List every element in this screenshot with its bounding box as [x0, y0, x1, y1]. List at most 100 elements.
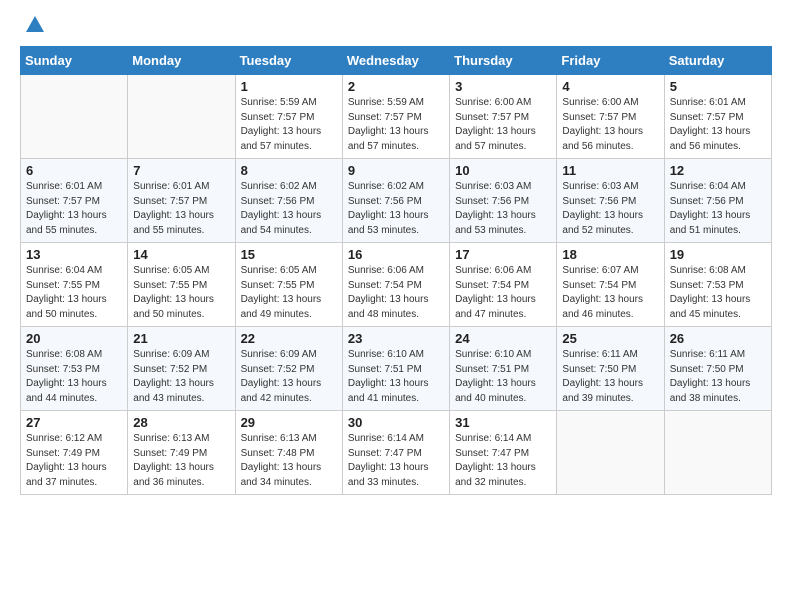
day-info: Sunrise: 6:01 AM Sunset: 7:57 PM Dayligh… — [670, 96, 766, 154]
day-cell: 17 Sunrise: 6:06 AM Sunset: 7:54 PM Dayli… — [450, 243, 557, 327]
day-cell: 10 Sunrise: 6:03 AM Sunset: 7:56 PM Dayli… — [450, 159, 557, 243]
day-cell: 21 Sunrise: 6:09 AM Sunset: 7:52 PM Dayli… — [128, 327, 235, 411]
day-number: 3 — [455, 79, 551, 94]
day-cell — [664, 411, 771, 495]
day-cell: 1 Sunrise: 5:59 AM Sunset: 7:57 PM Daylig… — [235, 75, 342, 159]
day-number: 9 — [348, 163, 444, 178]
day-cell: 15 Sunrise: 6:05 AM Sunset: 7:55 PM Dayli… — [235, 243, 342, 327]
day-info: Sunrise: 6:12 AM Sunset: 7:49 PM Dayligh… — [26, 432, 122, 490]
day-info: Sunrise: 6:02 AM Sunset: 7:56 PM Dayligh… — [348, 180, 444, 238]
day-number: 2 — [348, 79, 444, 94]
day-cell: 9 Sunrise: 6:02 AM Sunset: 7:56 PM Daylig… — [342, 159, 449, 243]
day-number: 12 — [670, 163, 766, 178]
weekday-header-row: SundayMondayTuesdayWednesdayThursdayFrid… — [21, 47, 772, 75]
day-number: 21 — [133, 331, 229, 346]
day-number: 16 — [348, 247, 444, 262]
day-number: 25 — [562, 331, 658, 346]
weekday-header-tuesday: Tuesday — [235, 47, 342, 75]
calendar-table: SundayMondayTuesdayWednesdayThursdayFrid… — [20, 46, 772, 495]
day-info: Sunrise: 6:03 AM Sunset: 7:56 PM Dayligh… — [562, 180, 658, 238]
day-number: 20 — [26, 331, 122, 346]
day-info: Sunrise: 6:00 AM Sunset: 7:57 PM Dayligh… — [562, 96, 658, 154]
weekday-header-wednesday: Wednesday — [342, 47, 449, 75]
day-number: 17 — [455, 247, 551, 262]
day-number: 10 — [455, 163, 551, 178]
day-number: 4 — [562, 79, 658, 94]
day-cell: 14 Sunrise: 6:05 AM Sunset: 7:55 PM Dayli… — [128, 243, 235, 327]
day-cell: 6 Sunrise: 6:01 AM Sunset: 7:57 PM Daylig… — [21, 159, 128, 243]
day-info: Sunrise: 6:01 AM Sunset: 7:57 PM Dayligh… — [133, 180, 229, 238]
day-cell: 8Sunrise: 6:02 AM Sunset: 7:56 PM Daylig… — [235, 159, 342, 243]
day-cell: 13 Sunrise: 6:04 AM Sunset: 7:55 PM Dayli… — [21, 243, 128, 327]
day-number: 23 — [348, 331, 444, 346]
day-number: 22 — [241, 331, 337, 346]
day-cell: 18 Sunrise: 6:07 AM Sunset: 7:54 PM Dayli… — [557, 243, 664, 327]
day-cell: 30Sunrise: 6:14 AM Sunset: 7:47 PM Dayli… — [342, 411, 449, 495]
day-info: Sunrise: 6:11 AM Sunset: 7:50 PM Dayligh… — [670, 348, 766, 406]
day-info: Sunrise: 6:10 AM Sunset: 7:51 PM Dayligh… — [348, 348, 444, 406]
day-info: Sunrise: 6:00 AM Sunset: 7:57 PM Dayligh… — [455, 96, 551, 154]
day-cell — [128, 75, 235, 159]
day-cell: 26Sunrise: 6:11 AM Sunset: 7:50 PM Dayli… — [664, 327, 771, 411]
day-info: Sunrise: 6:07 AM Sunset: 7:54 PM Dayligh… — [562, 264, 658, 322]
week-row-2: 6 Sunrise: 6:01 AM Sunset: 7:57 PM Daylig… — [21, 159, 772, 243]
weekday-header-friday: Friday — [557, 47, 664, 75]
day-cell: 16Sunrise: 6:06 AM Sunset: 7:54 PM Dayli… — [342, 243, 449, 327]
day-cell — [21, 75, 128, 159]
day-info: Sunrise: 5:59 AM Sunset: 7:57 PM Dayligh… — [241, 96, 337, 154]
day-cell: 27 Sunrise: 6:12 AM Sunset: 7:49 PM Dayli… — [21, 411, 128, 495]
week-row-5: 27 Sunrise: 6:12 AM Sunset: 7:49 PM Dayli… — [21, 411, 772, 495]
day-info: Sunrise: 6:01 AM Sunset: 7:57 PM Dayligh… — [26, 180, 122, 238]
day-cell: 23 Sunrise: 6:10 AM Sunset: 7:51 PM Dayli… — [342, 327, 449, 411]
day-number: 11 — [562, 163, 658, 178]
day-info: Sunrise: 6:05 AM Sunset: 7:55 PM Dayligh… — [133, 264, 229, 322]
day-number: 31 — [455, 415, 551, 430]
day-number: 28 — [133, 415, 229, 430]
day-info: Sunrise: 6:14 AM Sunset: 7:47 PM Dayligh… — [455, 432, 551, 490]
day-info: Sunrise: 6:04 AM Sunset: 7:56 PM Dayligh… — [670, 180, 766, 238]
logo-icon — [24, 14, 46, 36]
day-cell: 25Sunrise: 6:11 AM Sunset: 7:50 PM Dayli… — [557, 327, 664, 411]
day-info: Sunrise: 6:08 AM Sunset: 7:53 PM Dayligh… — [670, 264, 766, 322]
day-info: Sunrise: 6:09 AM Sunset: 7:52 PM Dayligh… — [133, 348, 229, 406]
day-info: Sunrise: 6:05 AM Sunset: 7:55 PM Dayligh… — [241, 264, 337, 322]
day-cell: 5 Sunrise: 6:01 AM Sunset: 7:57 PM Daylig… — [664, 75, 771, 159]
day-number: 15 — [241, 247, 337, 262]
day-number: 19 — [670, 247, 766, 262]
day-number: 1 — [241, 79, 337, 94]
weekday-header-saturday: Saturday — [664, 47, 771, 75]
page: SundayMondayTuesdayWednesdayThursdayFrid… — [0, 0, 792, 612]
weekday-header-thursday: Thursday — [450, 47, 557, 75]
day-info: Sunrise: 6:13 AM Sunset: 7:49 PM Dayligh… — [133, 432, 229, 490]
weekday-header-sunday: Sunday — [21, 47, 128, 75]
day-cell: 2 Sunrise: 5:59 AM Sunset: 7:57 PM Daylig… — [342, 75, 449, 159]
day-cell: 19 Sunrise: 6:08 AM Sunset: 7:53 PM Dayli… — [664, 243, 771, 327]
day-info: Sunrise: 6:06 AM Sunset: 7:54 PM Dayligh… — [455, 264, 551, 322]
day-info: Sunrise: 6:10 AM Sunset: 7:51 PM Dayligh… — [455, 348, 551, 406]
day-cell: 29Sunrise: 6:13 AM Sunset: 7:48 PM Dayli… — [235, 411, 342, 495]
day-cell: 7Sunrise: 6:01 AM Sunset: 7:57 PM Daylig… — [128, 159, 235, 243]
day-info: Sunrise: 6:14 AM Sunset: 7:47 PM Dayligh… — [348, 432, 444, 490]
header — [20, 16, 772, 36]
day-info: Sunrise: 6:04 AM Sunset: 7:55 PM Dayligh… — [26, 264, 122, 322]
day-number: 27 — [26, 415, 122, 430]
day-info: Sunrise: 5:59 AM Sunset: 7:57 PM Dayligh… — [348, 96, 444, 154]
day-number: 5 — [670, 79, 766, 94]
day-number: 24 — [455, 331, 551, 346]
day-number: 6 — [26, 163, 122, 178]
day-cell: 31 Sunrise: 6:14 AM Sunset: 7:47 PM Dayli… — [450, 411, 557, 495]
day-cell: 20Sunrise: 6:08 AM Sunset: 7:53 PM Dayli… — [21, 327, 128, 411]
day-info: Sunrise: 6:13 AM Sunset: 7:48 PM Dayligh… — [241, 432, 337, 490]
day-cell: 22Sunrise: 6:09 AM Sunset: 7:52 PM Dayli… — [235, 327, 342, 411]
day-cell: 24 Sunrise: 6:10 AM Sunset: 7:51 PM Dayli… — [450, 327, 557, 411]
day-info: Sunrise: 6:03 AM Sunset: 7:56 PM Dayligh… — [455, 180, 551, 238]
week-row-4: 20Sunrise: 6:08 AM Sunset: 7:53 PM Dayli… — [21, 327, 772, 411]
day-cell: 12 Sunrise: 6:04 AM Sunset: 7:56 PM Dayli… — [664, 159, 771, 243]
day-cell: 28 Sunrise: 6:13 AM Sunset: 7:49 PM Dayli… — [128, 411, 235, 495]
day-number: 18 — [562, 247, 658, 262]
day-number: 14 — [133, 247, 229, 262]
weekday-header-monday: Monday — [128, 47, 235, 75]
day-cell: 3 Sunrise: 6:00 AM Sunset: 7:57 PM Daylig… — [450, 75, 557, 159]
day-info: Sunrise: 6:02 AM Sunset: 7:56 PM Dayligh… — [241, 180, 337, 238]
day-number: 13 — [26, 247, 122, 262]
